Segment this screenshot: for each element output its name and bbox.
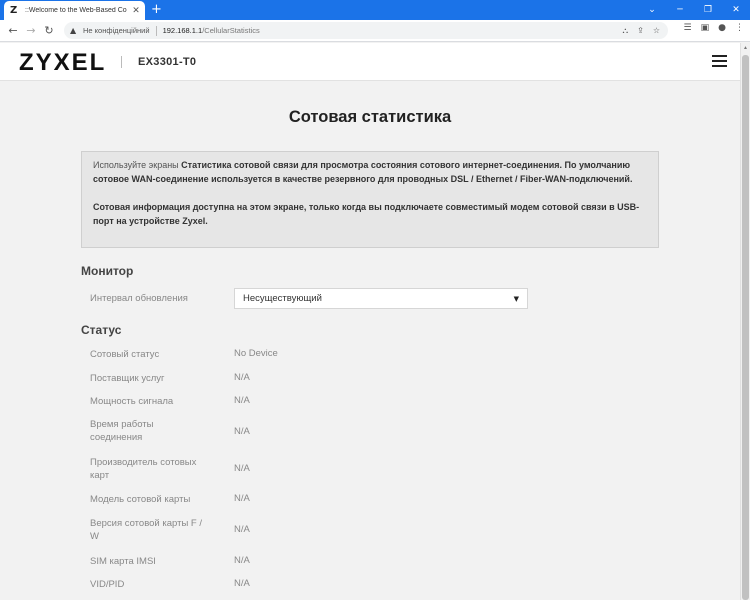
url-path: /CellularStatistics: [202, 26, 260, 35]
scroll-thumb[interactable]: [742, 55, 749, 600]
info-text: Используйте экраны: [93, 160, 182, 170]
toolbar-actions: ☰ ▣ ● ⋮: [684, 23, 744, 33]
status-value-vid-pid: N/A: [234, 578, 250, 589]
scroll-up-icon[interactable]: ▲: [741, 43, 750, 53]
tab-close-icon[interactable]: ✕: [131, 5, 141, 16]
status-label-service-provider: Поставщик услуг: [90, 373, 165, 384]
status-label-signal-strength: Мощность сигнала: [90, 396, 174, 407]
browser-tab[interactable]: Z ::Welcome to the Web-Based Co ✕: [4, 1, 145, 20]
header-divider: [121, 56, 122, 68]
info-paragraph-1: Используйте экраны Статистика сотовой св…: [93, 158, 647, 186]
status-value-card-model: N/A: [234, 493, 250, 504]
profile-icon[interactable]: ●: [718, 23, 726, 33]
monitor-section-title: Монитор: [81, 264, 134, 278]
refresh-interval-select[interactable]: Несуществующий ▼: [234, 288, 528, 309]
hamburger-menu-icon[interactable]: [712, 55, 727, 67]
chevron-down-icon[interactable]: ⌄: [638, 0, 666, 20]
info-box: Используйте экраны Статистика сотовой св…: [81, 151, 659, 248]
refresh-interval-value: Несуществующий: [243, 293, 322, 304]
reading-list-icon[interactable]: ☰: [684, 23, 692, 33]
new-tab-button[interactable]: +: [151, 2, 162, 18]
address-divider: [155, 25, 157, 36]
omnibox-actions: ⛬ ⇪ ☆: [623, 22, 660, 39]
app-header: ZYXEL EX3301-T0: [0, 43, 740, 81]
dropdown-arrow-icon: ▼: [513, 294, 519, 303]
status-label-uptime: Время работы соединения: [90, 419, 154, 443]
restore-icon[interactable]: ❐: [694, 0, 722, 20]
info-paragraph-2: Сотовая информация доступна на этом экра…: [93, 202, 640, 226]
status-label-vid-pid: VID/PID: [90, 579, 125, 590]
browser-tab-bar: Z ::Welcome to the Web-Based Co ✕ + ⌄ ─ …: [0, 0, 750, 20]
status-label-cellular-status: Сотовый статус: [90, 349, 160, 360]
security-status[interactable]: Не конфіденційний: [83, 26, 150, 35]
window-controls: ⌄ ─ ❐ ✕: [638, 0, 750, 20]
status-label-sim-imsi: SIM карта IMSI: [90, 556, 156, 567]
status-value-service-provider: N/A: [234, 372, 250, 383]
zyxel-logo[interactable]: ZYXEL: [19, 49, 106, 77]
star-icon[interactable]: ☆: [653, 26, 660, 35]
browser-toolbar: ← → ↻ ▲ Не конфіденційний 192.168.1.1/Ce…: [0, 20, 750, 42]
translate-icon[interactable]: ⛬: [623, 26, 629, 36]
page-title: Сотовая статистика: [288, 108, 452, 126]
tab-title: ::Welcome to the Web-Based Co: [25, 7, 127, 14]
refresh-interval-label: Интервал обновления: [90, 293, 188, 304]
status-section-title: Статус: [81, 323, 122, 337]
zyxel-favicon-icon: Z: [10, 5, 18, 16]
minimize-icon[interactable]: ─: [666, 0, 694, 20]
close-window-icon[interactable]: ✕: [722, 0, 750, 20]
share-icon[interactable]: ⇪: [637, 26, 644, 35]
device-model: EX3301-T0: [138, 56, 197, 68]
side-panel-icon[interactable]: ▣: [701, 23, 710, 33]
status-label-card-manufacturer: Производитель сотовых карт: [90, 457, 197, 481]
url-host: 192.168.1.1: [162, 26, 203, 35]
back-arrow-icon[interactable]: ←: [6, 23, 20, 39]
status-value-sim-imsi: N/A: [234, 555, 250, 566]
status-value-card-manufacturer: N/A: [234, 463, 250, 474]
url[interactable]: 192.168.1.1/CellularStatistics: [163, 26, 260, 35]
status-label-firmware-version: Версия сотовой карты F / W: [90, 518, 202, 542]
address-bar[interactable]: ▲ Не конфіденційний 192.168.1.1/Cellular…: [64, 22, 668, 39]
status-label-card-model: Модель сотовой карты: [90, 494, 191, 505]
warning-icon[interactable]: ▲: [70, 26, 80, 35]
status-value-uptime: N/A: [234, 426, 250, 437]
page-scrollbar[interactable]: ▲: [740, 43, 750, 600]
status-value-cellular-status: No Device: [234, 348, 278, 359]
menu-icon[interactable]: ⋮: [735, 23, 744, 33]
reload-icon[interactable]: ↻: [42, 23, 56, 39]
status-value-signal-strength: N/A: [234, 395, 250, 406]
forward-arrow-icon[interactable]: →: [24, 23, 38, 39]
status-value-firmware-version: N/A: [234, 524, 250, 535]
